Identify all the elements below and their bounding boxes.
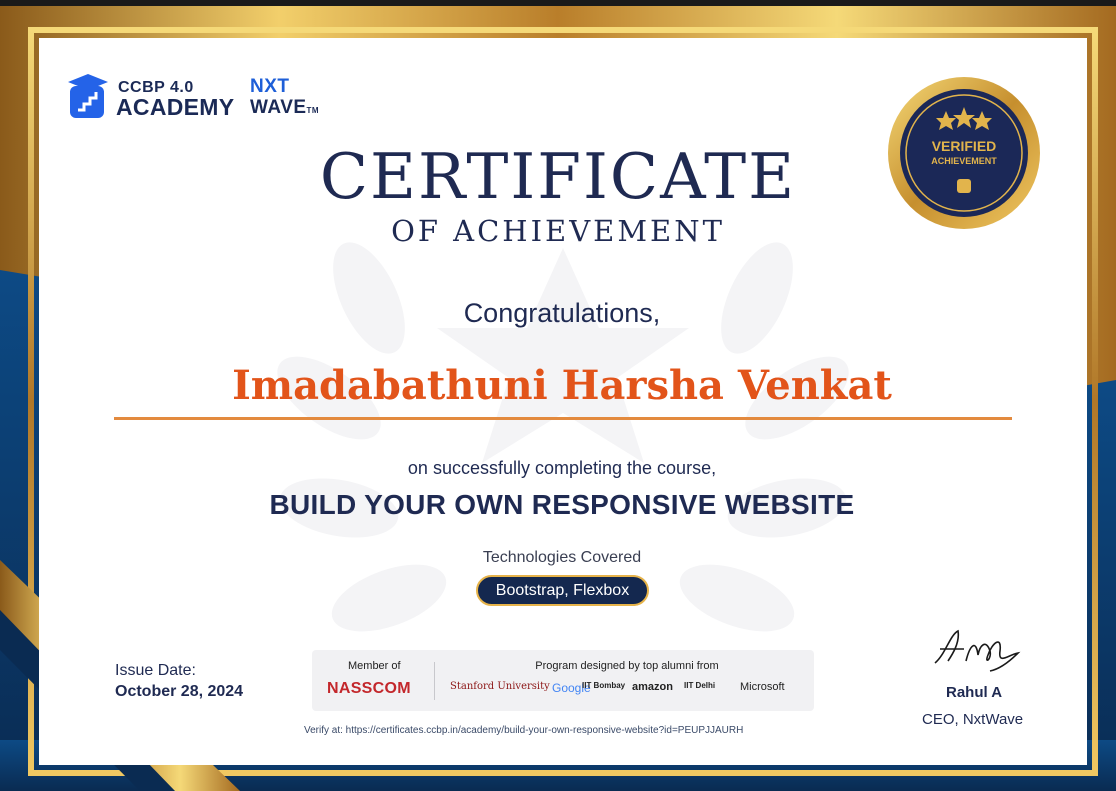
verify-url-text[interactable]: Verify at: https://certificates.ccbp.in/… [304, 725, 743, 736]
partners-strip: Member of NASSCOM Program designed by to… [312, 650, 814, 711]
signatory-name: Rahul A [946, 684, 1003, 701]
recipient-name: Imadabathuni Harsha Venkat [232, 362, 892, 409]
amazon-logo: amazon [632, 681, 673, 693]
signature-image [934, 629, 1021, 672]
issue-date-value: October 28, 2024 [115, 683, 244, 700]
name-underline [114, 417, 1012, 420]
header-logos: CCBP 4.0 ACADEMY NXT WAVETM [68, 74, 328, 120]
nasscom-logo: NASSCOM [327, 680, 411, 697]
stanford-logo: Stanford University [450, 681, 550, 692]
trademark-label: TM [306, 106, 320, 115]
member-of-label: Member of [348, 660, 401, 672]
iit-bombay-logo: IIT Bombay [582, 681, 626, 690]
iit-delhi-logo: IIT Delhi [684, 681, 716, 690]
ccbp-graduation-cap-icon [68, 74, 108, 118]
greeting: Congratulations, [463, 298, 661, 328]
technologies-badge: Bootstrap, Flexbox [476, 575, 649, 606]
course-name: BUILD YOUR OWN RESPONSIVE WEBSITE [269, 489, 855, 520]
technologies-label: Technologies Covered [482, 549, 642, 566]
partners-divider [434, 662, 435, 700]
certificate-subtitle: OF ACHIEVEMENT [391, 214, 725, 248]
nxt-label: NXT [250, 76, 290, 97]
microsoft-logo: Microsoft [740, 681, 785, 693]
completion-text: on successfully completing the course, [407, 458, 717, 478]
academy-label: ACADEMY [116, 94, 235, 120]
issue-date-label: Issue Date: [115, 662, 196, 679]
certificate-title: CERTIFICATE [319, 140, 797, 213]
program-label: Program designed by top alumni from [535, 660, 719, 672]
signatory-title: CEO, NxtWave [922, 711, 1024, 728]
wave-label: WAVETM [250, 97, 320, 118]
